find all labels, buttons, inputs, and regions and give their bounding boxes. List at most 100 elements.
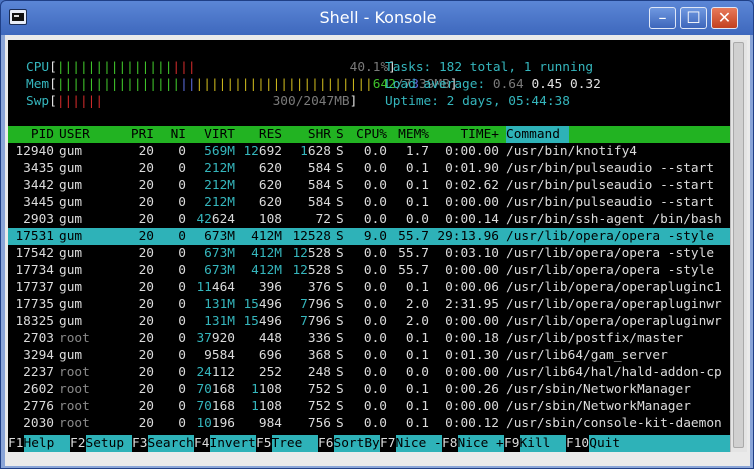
process-row[interactable]: 3435 gum 20 0 212M 620 584 S 0.0 0.1 0:01.90/usr/b… bbox=[8, 160, 730, 177]
col-user[interactable]: USER bbox=[59, 126, 90, 143]
col-state[interactable]: S bbox=[336, 126, 344, 143]
process-row[interactable]: 17542 gum 20 0 673M 412M 12528 S 0.0 55.7 0:03.10 /… bbox=[8, 245, 730, 262]
cell-virt: 9584 bbox=[204, 348, 235, 363]
col-pri[interactable]: PRI bbox=[122, 126, 154, 143]
cell-mem: 0.1 bbox=[405, 348, 429, 363]
cell-res: 396 bbox=[258, 280, 282, 295]
col-virt[interactable]: VIRT bbox=[188, 126, 235, 143]
cell-user: gum bbox=[59, 161, 83, 176]
cell-time: 0:00.00 bbox=[445, 263, 499, 278]
process-row[interactable]: 17734 gum 20 0 673M 412M 12528 S 0.0 55.7 0:00.00 /… bbox=[8, 262, 730, 279]
swap-meter: Swp[|||||| 300/2047MB] bbox=[26, 94, 358, 109]
col-pid[interactable]: PID bbox=[8, 126, 54, 143]
cell-user: gum bbox=[59, 178, 83, 193]
cell-res: 108 bbox=[258, 212, 282, 227]
cell-command: /usr/lib/postfix/master bbox=[506, 331, 684, 346]
cell-mem: 55.7 bbox=[398, 263, 429, 278]
fkey-f3: F3 bbox=[132, 436, 148, 451]
close-button[interactable]: ✕ bbox=[711, 7, 738, 29]
process-row[interactable]: 2903 gum 20 0 42624 108 72 S 0.0 0.0 0:00.14/usr/b… bbox=[8, 211, 730, 228]
col-mem[interactable]: MEM% bbox=[387, 126, 429, 143]
col-res[interactable]: RES bbox=[240, 126, 282, 143]
process-row[interactable]: 3442 gum 20 0 212M 620 584 S 0.0 0.1 0:02.62/usr/b… bbox=[8, 177, 730, 194]
cell-command: /usr/lib64/hal/hald-addon-cp bbox=[506, 365, 722, 380]
cell-user: gum bbox=[59, 195, 83, 210]
cell-res: 412M bbox=[251, 263, 282, 278]
cell-cpu: 0.0 bbox=[363, 297, 387, 312]
fkey-f8-action[interactable]: Nice + bbox=[457, 435, 504, 452]
cell-time: 0:00.00 bbox=[445, 365, 499, 380]
cell-ni: 0 bbox=[178, 399, 186, 414]
cell-time: 0:02.62 bbox=[445, 178, 499, 193]
fkey-f5-action[interactable]: Tree bbox=[271, 435, 318, 452]
fkey-f7-action[interactable]: Nice - bbox=[395, 435, 442, 452]
cell-mem: 0.1 bbox=[405, 280, 429, 295]
col-cpu[interactable]: CPU% bbox=[349, 126, 387, 143]
process-row[interactable]: 18325 gum 20 0 131M 15496 7796 S 0.0 2.0 0:00.00/u… bbox=[8, 313, 730, 330]
cell-res: 984 bbox=[258, 416, 282, 431]
cell-pid: 3294 bbox=[23, 348, 54, 363]
process-row[interactable]: 17737 gum 20 0 11464 396 376 S 0.0 0.1 0:00.06/usr… bbox=[8, 279, 730, 296]
col-ni[interactable]: NI bbox=[159, 126, 186, 143]
scrollbar[interactable] bbox=[730, 40, 747, 452]
cell-shr: 248 bbox=[307, 365, 331, 380]
cell-pid: 3442 bbox=[23, 178, 54, 193]
cell-mem: 0.1 bbox=[405, 416, 429, 431]
process-row[interactable]: 3294 gum 20 0 9584 696 368 S 0.0 0.1 0:01.30/usr/l… bbox=[8, 347, 730, 364]
cell-user: gum bbox=[59, 348, 83, 363]
cell-time: 0:00.26 bbox=[445, 382, 499, 397]
process-row[interactable]: 12940 gum 20 0 569M 12692 1628 S 0.0 1.7 0:00.00/u… bbox=[8, 143, 730, 160]
cell-mem: 0.1 bbox=[405, 161, 429, 176]
cell-pid: 2703 bbox=[23, 331, 54, 346]
cell-user: gum bbox=[59, 246, 83, 261]
cell-command: /usr/bin/pulseaudio --start bbox=[506, 161, 715, 176]
fkey-f1-action[interactable]: Help bbox=[23, 435, 70, 452]
cell-cpu: 0.0 bbox=[363, 144, 387, 159]
cell-res: 696 bbox=[258, 348, 282, 363]
cell-pri: 20 bbox=[138, 178, 154, 193]
process-table-header[interactable]: PID USER PRI NI VIRT RES SHR S CPU% MEM%… bbox=[8, 126, 730, 143]
fkey-f4-action[interactable]: Invert bbox=[209, 435, 256, 452]
cell-time: 0:00.00 bbox=[445, 399, 499, 414]
minimize-button[interactable]: – bbox=[649, 7, 676, 29]
process-row[interactable]: 3445 gum 20 0 212M 620 584 S 0.0 0.1 0:00.00/usr/b… bbox=[8, 194, 730, 211]
process-row[interactable]: 17531 gum 20 0 673M 412M 12528 S 9.0 55.7 29:13.96… bbox=[8, 228, 730, 245]
scrollbar-thumb[interactable] bbox=[733, 42, 744, 448]
col-time[interactable]: TIME+ bbox=[431, 126, 499, 143]
cell-pid: 17734 bbox=[15, 263, 54, 278]
maximize-button[interactable]: ☐ bbox=[680, 7, 707, 29]
process-row[interactable]: 2602 root 20 0 70168 1108 752 S 0.0 0.1 0:00.26/us… bbox=[8, 381, 730, 398]
cell-time: 0:01.30 bbox=[445, 348, 499, 363]
cell-pid: 2602 bbox=[23, 382, 54, 397]
fkey-f10-action[interactable]: Quit bbox=[589, 435, 636, 452]
cell-shr: 584 bbox=[307, 178, 331, 193]
cell-cpu: 0.0 bbox=[363, 161, 387, 176]
process-row[interactable]: 2237 root 20 0 24112 252 248 S 0.0 0.0 0:00.00/usr… bbox=[8, 364, 730, 381]
process-row[interactable]: 2030 root 20 0 10196 984 756 S 0.0 0.1 0:00.12/usr… bbox=[8, 415, 730, 432]
cell-ni: 0 bbox=[178, 195, 186, 210]
cell-shr: 7796 bbox=[300, 297, 331, 312]
fkey-f9-action[interactable]: Kill bbox=[519, 435, 566, 452]
cell-shr: 368 bbox=[307, 348, 331, 363]
cell-pid: 12940 bbox=[15, 144, 54, 159]
cell-mem: 0.0 bbox=[405, 212, 429, 227]
fkey-f6-action[interactable]: SortBy bbox=[333, 435, 380, 452]
process-row[interactable]: 17735 gum 20 0 131M 15496 7796 S 0.0 2.0 2:31.95/u… bbox=[8, 296, 730, 313]
cell-ni: 0 bbox=[178, 348, 186, 363]
cell-ni: 0 bbox=[178, 144, 186, 159]
col-command[interactable]: Command bbox=[506, 126, 569, 143]
cell-shr: 376 bbox=[307, 280, 331, 295]
fkey-f2-action[interactable]: Setup bbox=[85, 435, 132, 452]
process-row[interactable]: 2776 root 20 0 70168 1108 752 S 0.0 0.1 0:00.00/us… bbox=[8, 398, 730, 415]
cell-command: /usr/lib/opera/opera -style bbox=[506, 263, 715, 278]
terminal-area[interactable]: CPU[|||||||||||||||||| 40.1%] Mem[||||||… bbox=[8, 40, 730, 452]
function-key-bar: F1 Help F2 Setup F3 Search F4 Invert F5 Tree F6… bbox=[8, 435, 730, 452]
fkey-f5: F5 bbox=[256, 436, 272, 451]
cell-pri: 20 bbox=[138, 365, 154, 380]
fkey-f3-action[interactable]: Search bbox=[147, 435, 194, 452]
col-shr[interactable]: SHR bbox=[287, 126, 331, 143]
cell-virt: 673M bbox=[204, 246, 235, 261]
cell-pid: 17531 bbox=[15, 229, 54, 244]
title-bar[interactable]: Shell - Konsole – ☐ ✕ bbox=[1, 1, 753, 35]
process-row[interactable]: 2703 root 20 0 37920 448 336 S 0.0 0.1 0:00.18/usr… bbox=[8, 330, 730, 347]
